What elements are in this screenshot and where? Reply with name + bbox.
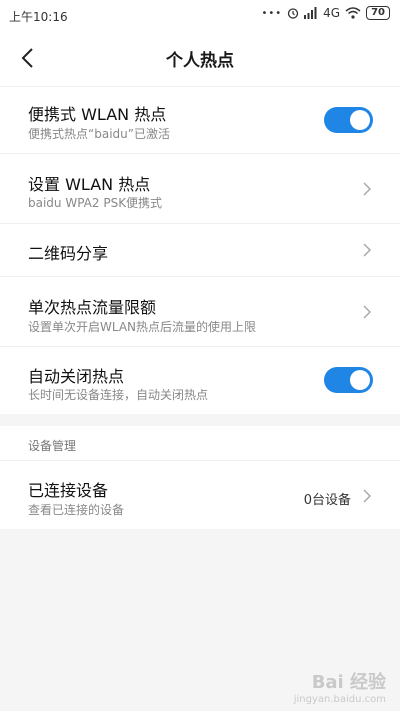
status-icons: ••• 4G 70 (261, 6, 390, 20)
chevron-right-icon (363, 489, 372, 503)
device-list: 已连接设备 查看已连接的设备 0台设备 (0, 461, 400, 529)
portable-hotspot-title: 便携式 WLAN 热点 (28, 105, 167, 124)
data-limit-subtitle: 设置单次开启WLAN热点后流量的使用上限 (28, 320, 257, 334)
auto-close-title: 自动关闭热点 (28, 367, 125, 386)
connected-devices-title: 已连接设备 (28, 481, 109, 500)
watermark: Bai 经验 jingyan.baidu.com (294, 668, 386, 705)
status-bar: 上午10:16 ••• 4G 70 (0, 0, 400, 30)
auto-close-subtitle: 长时间无设备连接，自动关闭热点 (28, 388, 209, 402)
auto-close-row[interactable]: 自动关闭热点 长时间无设备连接，自动关闭热点 (0, 347, 400, 414)
signal-icon (304, 7, 318, 19)
section-gap (0, 414, 400, 426)
wifi-icon (345, 7, 361, 19)
auto-close-toggle[interactable] (324, 367, 373, 393)
device-section-title: 设备管理 (28, 439, 77, 453)
setup-hotspot-title: 设置 WLAN 热点 (28, 175, 151, 194)
battery-indicator: 70 (366, 6, 390, 20)
portable-hotspot-subtitle: 便携式热点“baidu”已激活 (28, 127, 170, 141)
alarm-icon (287, 7, 299, 19)
portable-hotspot-row[interactable]: 便携式 WLAN 热点 便携式热点“baidu”已激活 (0, 87, 400, 154)
data-limit-row[interactable]: 单次热点流量限额 设置单次开启WLAN热点后流量的使用上限 (0, 277, 400, 347)
toggle-knob (350, 110, 370, 130)
watermark-main: Bai 经验 (311, 672, 386, 693)
chevron-right-icon (363, 243, 372, 257)
status-time: 上午10:16 (9, 10, 68, 24)
device-section-header: 设备管理 (0, 426, 400, 461)
qr-share-row[interactable]: 二维码分享 (0, 224, 400, 277)
chevron-right-icon (363, 305, 372, 319)
chevron-right-icon (363, 182, 372, 196)
page-title: 个人热点 (166, 51, 234, 71)
connected-devices-subtitle: 查看已连接的设备 (28, 503, 125, 517)
more-dots-icon: ••• (261, 7, 283, 19)
toggle-knob (350, 370, 370, 390)
connected-devices-count: 0台设备 (303, 493, 351, 508)
setup-hotspot-row[interactable]: 设置 WLAN 热点 baidu WPA2 PSK便携式 (0, 154, 400, 224)
portable-hotspot-toggle[interactable] (324, 107, 373, 133)
setup-hotspot-subtitle: baidu WPA2 PSK便携式 (28, 196, 163, 210)
app-bar: 个人热点 (0, 30, 400, 87)
network-type: 4G (323, 6, 341, 20)
watermark-sub: jingyan.baidu.com (293, 694, 386, 705)
qr-share-title: 二维码分享 (28, 244, 109, 263)
data-limit-title: 单次热点流量限额 (28, 298, 157, 317)
connected-devices-row[interactable]: 已连接设备 查看已连接的设备 0台设备 (0, 461, 400, 529)
hotspot-settings-list: 便携式 WLAN 热点 便携式热点“baidu”已激活 设置 WLAN 热点 b… (0, 87, 400, 414)
